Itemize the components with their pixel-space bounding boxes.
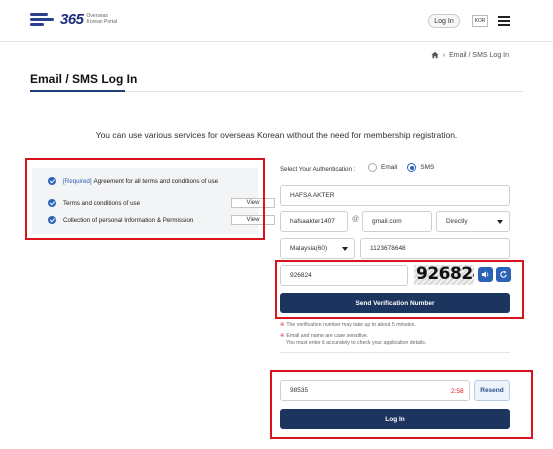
radio-sms-label[interactable]: SMS bbox=[420, 164, 434, 171]
email-domain-select[interactable]: Directly bbox=[436, 211, 510, 232]
breadcrumb-chevron-icon: › bbox=[442, 51, 446, 59]
at-symbol: @ bbox=[352, 216, 360, 223]
language-button[interactable]: KOR bbox=[472, 15, 488, 27]
phone-field[interactable]: 1123678648 bbox=[360, 238, 510, 259]
note-case-sensitive: ※ Email and name are case sensitive. You … bbox=[280, 333, 427, 346]
page-title: Email / SMS Log In bbox=[30, 72, 138, 86]
highlight-box-terms bbox=[25, 158, 265, 240]
hamburger-menu-icon[interactable] bbox=[498, 16, 510, 26]
breadcrumb: › Email / SMS Log In bbox=[431, 51, 509, 59]
radio-email[interactable] bbox=[368, 163, 377, 172]
auth-label: Select Your Authentication : bbox=[280, 166, 356, 173]
country-code-value: Malaysia(60) bbox=[290, 245, 328, 252]
title-divider bbox=[125, 91, 523, 92]
logo-subtitle: Overseas Korean Portal bbox=[86, 13, 118, 25]
chevron-down-icon bbox=[497, 220, 503, 224]
logo-swoosh-icon bbox=[30, 10, 58, 28]
note-bullet-icon: ※ bbox=[280, 322, 285, 328]
country-code-select[interactable]: Malaysia(60) bbox=[280, 238, 355, 259]
email-domain-select-value: Directly bbox=[446, 218, 468, 225]
note-verification-time: ※ The verification number may take up to … bbox=[280, 322, 416, 328]
highlight-box-login bbox=[270, 370, 533, 439]
chevron-down-icon bbox=[342, 247, 348, 251]
header-login-button[interactable]: Log In bbox=[428, 14, 460, 28]
highlight-box-captcha bbox=[275, 260, 524, 319]
email-domain-field[interactable]: gmail.com bbox=[362, 211, 432, 232]
radio-email-label[interactable]: Email bbox=[381, 164, 397, 171]
breadcrumb-current: Email / SMS Log In bbox=[449, 51, 509, 59]
title-underline bbox=[30, 90, 125, 92]
note-bullet-icon: ※ bbox=[280, 333, 285, 339]
section-divider bbox=[280, 352, 510, 353]
home-icon[interactable] bbox=[431, 51, 439, 59]
intro-text: You can use various services for oversea… bbox=[95, 130, 458, 140]
name-field[interactable]: HAFSA AKTER bbox=[280, 185, 510, 206]
radio-sms[interactable] bbox=[407, 163, 417, 172]
auth-radio-group: Email SMS bbox=[368, 163, 434, 172]
logo-number: 365 bbox=[60, 10, 84, 28]
site-header: 365 Overseas Korean Portal Log In KOR bbox=[0, 0, 553, 42]
site-logo[interactable]: 365 Overseas Korean Portal bbox=[30, 10, 117, 28]
email-local-field[interactable]: hafsaakter1407 bbox=[280, 211, 348, 232]
